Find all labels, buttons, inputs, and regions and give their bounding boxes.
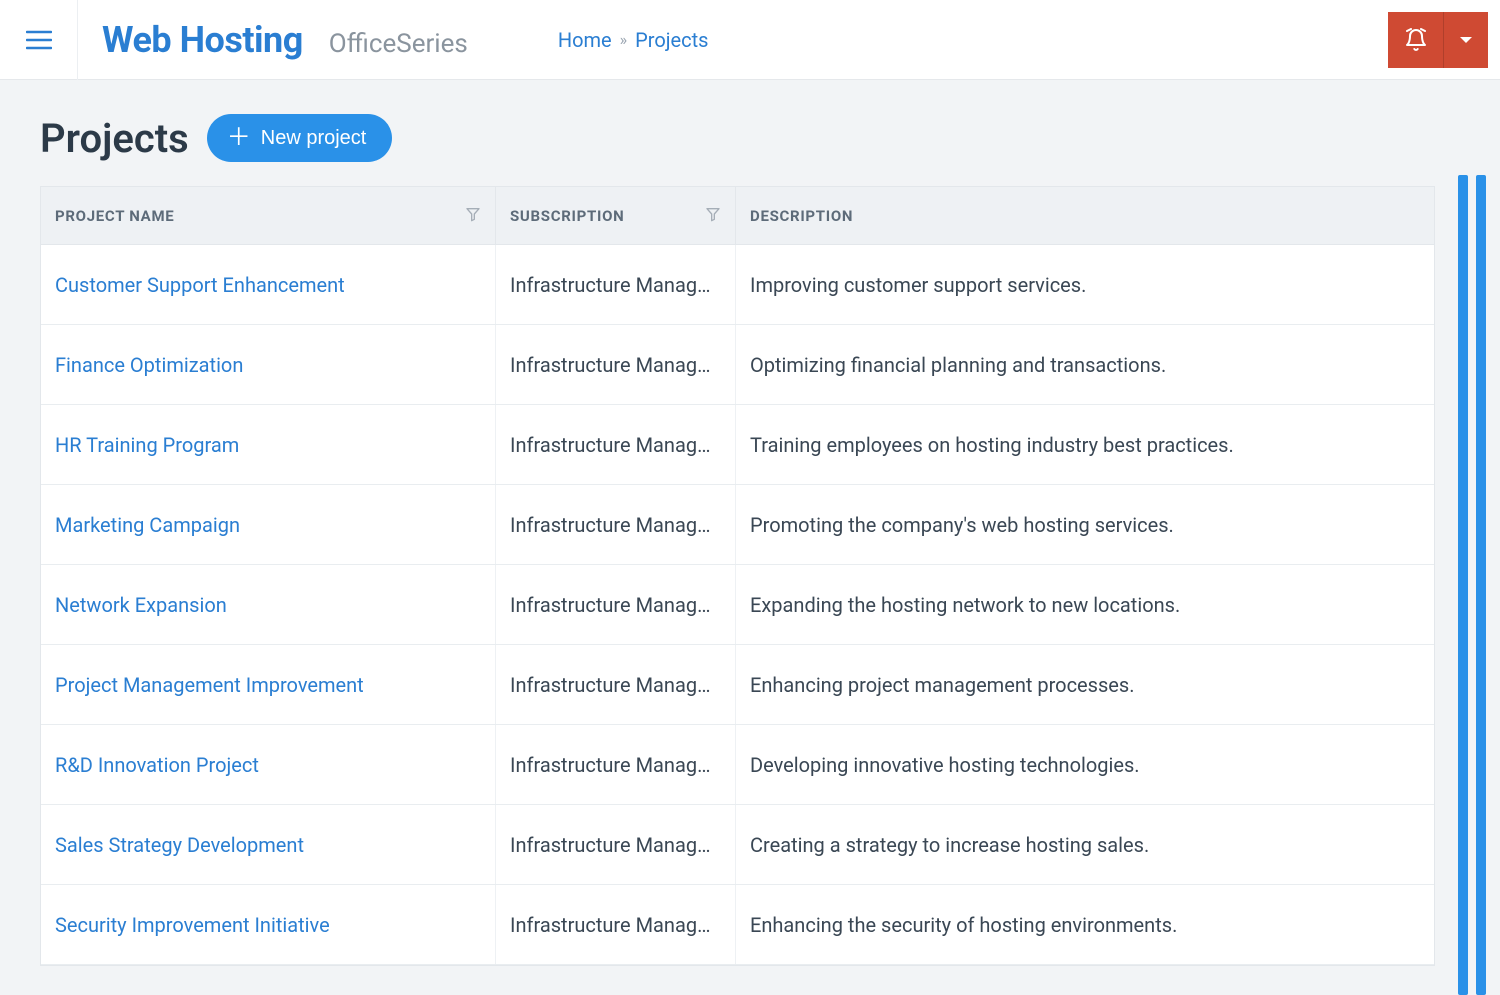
subscription-cell: Infrastructure Manage… — [496, 485, 736, 564]
brand-subtitle: OfficeSeries — [329, 29, 468, 59]
column-header-label: Description — [750, 207, 853, 225]
subscription-text: Infrastructure Manage… — [510, 593, 721, 617]
subscription-text: Infrastructure Manage… — [510, 513, 721, 537]
page-header: Projects ＋ New project — [40, 114, 1460, 162]
table-row: Network Expansion Infrastructure Manage… E… — [41, 565, 1434, 645]
filter-icon[interactable] — [465, 206, 481, 226]
project-name-text: Project Management Improvement — [55, 673, 481, 697]
column-header-label: Subscription — [510, 207, 624, 225]
table-row: Sales Strategy Development Infrastructure… — [41, 805, 1434, 885]
subscription-cell: Infrastructure Manage… — [496, 885, 736, 964]
project-name-link[interactable]: Network Expansion — [41, 565, 496, 644]
subscription-text: Infrastructure Manage… — [510, 433, 721, 457]
project-name-text: HR Training Program — [55, 433, 481, 457]
description-cell: Expanding the hosting network to new loc… — [736, 565, 1434, 644]
column-header-project-name[interactable]: Project Name — [41, 187, 496, 244]
description-text: Expanding the hosting network to new loc… — [750, 593, 1420, 617]
notifications-button[interactable] — [1388, 12, 1444, 68]
project-name-link[interactable]: Marketing Campaign — [41, 485, 496, 564]
breadcrumb: Home » Projects — [558, 28, 709, 52]
subscription-text: Infrastructure Manage… — [510, 753, 721, 777]
project-name-link[interactable]: Sales Strategy Development — [41, 805, 496, 884]
breadcrumb-current-link[interactable]: Projects — [635, 28, 708, 52]
app-header: Web Hosting OfficeSeries Home » Projects — [0, 0, 1500, 80]
project-name-text: Security Improvement Initiative — [55, 913, 481, 937]
bell-icon — [1404, 28, 1428, 52]
description-cell: Optimizing financial planning and transa… — [736, 325, 1434, 404]
table-row: Marketing Campaign Infrastructure Manage…… — [41, 485, 1434, 565]
project-name-link[interactable]: R&D Innovation Project — [41, 725, 496, 804]
project-name-text: Network Expansion — [55, 593, 481, 617]
description-text: Optimizing financial planning and transa… — [750, 353, 1420, 377]
plus-icon: ＋ — [227, 126, 251, 150]
new-project-button-label: New project — [261, 127, 367, 150]
table-row: Security Improvement Initiative Infrastru… — [41, 885, 1434, 965]
column-header-description[interactable]: Description — [736, 187, 1434, 244]
table-row: Finance Optimization Infrastructure Manag… — [41, 325, 1434, 405]
page-content: Projects ＋ New project Project Name Subs… — [0, 80, 1500, 966]
description-cell: Enhancing project management processes. — [736, 645, 1434, 724]
new-project-button[interactable]: ＋ New project — [207, 114, 393, 162]
subscription-text: Infrastructure Manage… — [510, 273, 721, 297]
description-text: Promoting the company's web hosting serv… — [750, 513, 1420, 537]
description-text: Training employees on hosting industry b… — [750, 433, 1420, 457]
project-name-link[interactable]: Finance Optimization — [41, 325, 496, 404]
project-name-text: Sales Strategy Development — [55, 833, 481, 857]
description-text: Enhancing project management processes. — [750, 673, 1420, 697]
breadcrumb-separator-icon: » — [620, 30, 628, 49]
table-row: R&D Innovation Project Infrastructure Man… — [41, 725, 1434, 805]
vertical-scrollbar[interactable] — [1476, 175, 1486, 995]
description-cell: Training employees on hosting industry b… — [736, 405, 1434, 484]
subscription-cell: Infrastructure Manage… — [496, 245, 736, 324]
table-row: Project Management Improvement Infrastruc… — [41, 645, 1434, 725]
description-cell: Promoting the company's web hosting serv… — [736, 485, 1434, 564]
column-header-label: Project Name — [55, 207, 174, 225]
column-header-subscription[interactable]: Subscription — [496, 187, 736, 244]
description-text: Improving customer support services. — [750, 273, 1420, 297]
description-text: Creating a strategy to increase hosting … — [750, 833, 1420, 857]
description-text: Developing innovative hosting technologi… — [750, 753, 1420, 777]
subscription-text: Infrastructure Manage… — [510, 833, 721, 857]
brand-block: Web Hosting OfficeSeries — [78, 19, 468, 61]
filter-icon[interactable] — [705, 206, 721, 226]
project-name-text: Customer Support Enhancement — [55, 273, 481, 297]
description-text: Enhancing the security of hosting enviro… — [750, 913, 1420, 937]
subscription-cell: Infrastructure Manage… — [496, 325, 736, 404]
project-name-link[interactable]: HR Training Program — [41, 405, 496, 484]
brand-title[interactable]: Web Hosting — [102, 19, 303, 61]
menu-toggle-button[interactable] — [0, 0, 78, 80]
description-cell: Creating a strategy to increase hosting … — [736, 805, 1434, 884]
subscription-cell: Infrastructure Manage… — [496, 405, 736, 484]
hamburger-icon — [26, 30, 52, 50]
vertical-scrollbar-inner[interactable] — [1458, 175, 1468, 995]
description-cell: Enhancing the security of hosting enviro… — [736, 885, 1434, 964]
table-header-row: Project Name Subscription Description — [41, 187, 1434, 245]
projects-table: Project Name Subscription Description Cu… — [40, 186, 1435, 966]
table-row: HR Training Program Infrastructure Manage… — [41, 405, 1434, 485]
subscription-cell: Infrastructure Manage… — [496, 725, 736, 804]
caret-down-icon — [1460, 37, 1472, 43]
breadcrumb-home-link[interactable]: Home — [558, 28, 612, 52]
page-title: Projects — [40, 115, 189, 162]
project-name-link[interactable]: Security Improvement Initiative — [41, 885, 496, 964]
table-body: Customer Support Enhancement Infrastructu… — [41, 245, 1434, 965]
subscription-text: Infrastructure Manage… — [510, 353, 721, 377]
description-cell: Improving customer support services. — [736, 245, 1434, 324]
project-name-text: Finance Optimization — [55, 353, 481, 377]
subscription-cell: Infrastructure Manage… — [496, 645, 736, 724]
project-name-text: R&D Innovation Project — [55, 753, 481, 777]
project-name-link[interactable]: Project Management Improvement — [41, 645, 496, 724]
subscription-text: Infrastructure Manage… — [510, 673, 721, 697]
project-name-link[interactable]: Customer Support Enhancement — [41, 245, 496, 324]
subscription-cell: Infrastructure Manage… — [496, 805, 736, 884]
table-row: Customer Support Enhancement Infrastructu… — [41, 245, 1434, 325]
subscription-text: Infrastructure Manage… — [510, 913, 721, 937]
header-actions — [1388, 12, 1488, 68]
user-menu-dropdown[interactable] — [1444, 12, 1488, 68]
description-cell: Developing innovative hosting technologi… — [736, 725, 1434, 804]
project-name-text: Marketing Campaign — [55, 513, 481, 537]
subscription-cell: Infrastructure Manage… — [496, 565, 736, 644]
